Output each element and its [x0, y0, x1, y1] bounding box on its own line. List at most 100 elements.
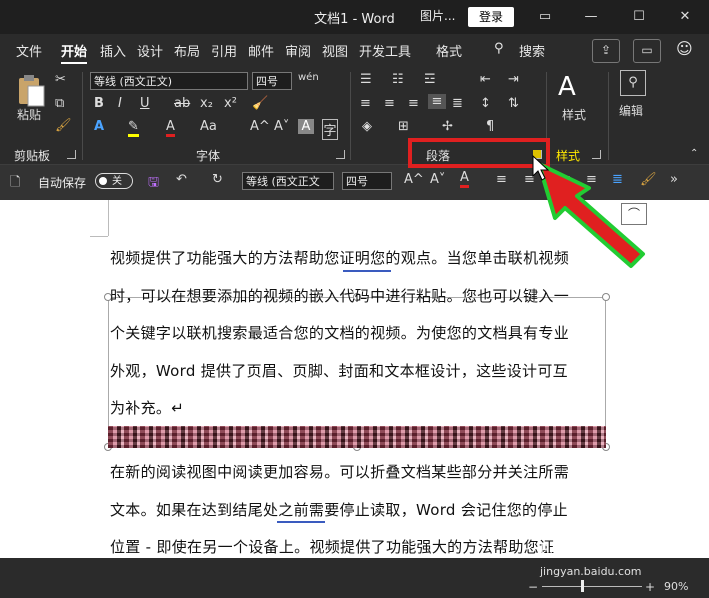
tab-review[interactable]: 审阅 [285, 41, 311, 60]
grow-font-button[interactable]: A^ [250, 119, 270, 134]
text-line: 为补充。↵ [110, 399, 185, 417]
grammar-underline [343, 270, 391, 272]
context-tab-picture[interactable]: 图片... [420, 7, 455, 24]
zoom-slider[interactable] [542, 586, 642, 587]
paste-icon[interactable] [16, 74, 46, 108]
qat-font-name-combo[interactable]: 等线 (西文正文 [242, 172, 334, 190]
underline-button[interactable]: U [140, 96, 150, 111]
align-left-icon[interactable]: ≡ [360, 96, 371, 111]
redo-icon[interactable]: ↻ [212, 172, 223, 187]
qat-more-icon[interactable]: » [670, 172, 678, 187]
bold-button[interactable]: B [94, 96, 104, 111]
search-icon[interactable]: ⚲ [494, 41, 504, 56]
paste-label[interactable]: 粘贴 [17, 106, 41, 123]
borders-icon[interactable]: ⊞ [398, 119, 409, 134]
text-effects-button[interactable]: A [94, 119, 104, 134]
multilevel-list-icon[interactable]: ☲ [424, 72, 436, 87]
clear-formatting-icon[interactable]: 🧹 [252, 96, 268, 111]
tab-mailings[interactable]: 邮件 [248, 41, 274, 60]
font-launcher-icon[interactable] [336, 150, 345, 159]
change-case-button[interactable]: Aa [200, 119, 217, 134]
smiley-icon[interactable]: ☺ [676, 39, 693, 58]
italic-button[interactable]: I [118, 96, 122, 111]
tab-references[interactable]: 引用 [211, 41, 237, 60]
comments-icon[interactable]: ▭ [633, 39, 661, 63]
tab-view[interactable]: 视图 [322, 41, 348, 60]
clipboard-group-label: 剪贴板 [14, 149, 51, 163]
undo-icon[interactable]: ↶ [176, 172, 187, 187]
show-marks-icon[interactable]: ¶ [486, 119, 494, 134]
tab-developer[interactable]: 开发工具 [359, 41, 411, 60]
distributed-icon[interactable]: ≣ [452, 96, 463, 111]
strikethrough-button[interactable]: ab [174, 96, 190, 111]
paragraph-2[interactable]: 在新的阅读视图中阅读更加容易。可以折叠文档某些部分并关注所需 文本。如果在达到结… [110, 454, 606, 567]
numbering-icon[interactable]: ☷ [392, 72, 404, 87]
increase-indent-icon[interactable]: ⇥ [508, 72, 519, 87]
maximize-icon[interactable]: ☐ [624, 6, 654, 28]
enclose-characters-icon[interactable]: 字 [322, 119, 338, 140]
text-line: 个关键字以联机搜索最适合您的文档的视频。为使您的文档具有专业 [110, 324, 570, 342]
qat-font-size-combo[interactable]: 四号 [342, 172, 392, 190]
minimize-icon[interactable]: — [576, 6, 606, 28]
zoom-in-button[interactable]: + [645, 580, 655, 594]
format-painter-icon[interactable]: 🖌 [55, 118, 72, 133]
superscript-button[interactable]: x² [224, 96, 237, 111]
qat-grow-font-icon[interactable]: A^ [404, 172, 424, 187]
styles-icon[interactable]: A [558, 72, 576, 102]
qat-font-color-icon[interactable]: A [460, 170, 469, 188]
cut-icon[interactable]: ✂ [55, 72, 66, 87]
margin-marker [90, 236, 108, 237]
decrease-indent-icon[interactable]: ⇤ [480, 72, 491, 87]
editing-label[interactable]: 编辑 [619, 102, 643, 119]
highlight-icon[interactable]: ✎ [128, 119, 139, 137]
save-icon[interactable]: 🖫 [148, 173, 159, 195]
bullets-icon[interactable]: ☰ [360, 72, 372, 87]
margin-marker [108, 200, 109, 236]
qat-shrink-font-icon[interactable]: A˅ [430, 172, 445, 187]
align-center-icon[interactable]: ≡ [384, 96, 395, 111]
phonetic-guide-icon[interactable]: wén [298, 72, 319, 83]
status-bar [0, 558, 709, 598]
zoom-slider-thumb[interactable] [581, 580, 584, 592]
autosave-toggle[interactable]: 关 [95, 173, 133, 189]
login-button[interactable]: 登录 [468, 7, 514, 27]
copy-icon[interactable]: ⧉ [55, 96, 64, 111]
text-line: 时，可以在想要添加的视频的嵌入代码中进行粘贴。您也可以键入一 [110, 286, 570, 305]
tab-home[interactable]: 开始 [61, 41, 88, 65]
tab-layout[interactable]: 布局 [174, 41, 200, 60]
tab-insert[interactable]: 插入 [100, 41, 126, 60]
styles-label[interactable]: 样式 [562, 106, 586, 123]
font-group-label: 字体 [196, 149, 221, 163]
tab-file[interactable]: 文件 [16, 41, 42, 60]
shrink-font-button[interactable]: A˅ [274, 119, 289, 134]
font-size-combo[interactable]: 四号 [252, 72, 292, 90]
shading-icon[interactable]: ◈ [362, 119, 372, 134]
ribbon-display-icon[interactable]: ▭ [530, 6, 560, 28]
watermark-logo: Baidu经验 [540, 543, 608, 559]
font-color-icon[interactable]: A [166, 119, 175, 137]
watermark-url: jingyan.baidu.com [540, 565, 642, 578]
sort-icon[interactable]: ⇅ [508, 96, 519, 111]
subscript-button[interactable]: x₂ [200, 96, 213, 111]
align-right-icon[interactable]: ≡ [408, 96, 419, 111]
share-icon[interactable]: ⇪ [592, 39, 620, 63]
document-icon[interactable]: 🗋 [10, 173, 20, 195]
find-icon[interactable]: ⚲ [620, 70, 646, 96]
justify-icon[interactable]: ≡ [428, 94, 446, 109]
asian-layout-icon[interactable]: ✢ [442, 119, 453, 134]
clipboard-launcher-icon[interactable] [67, 150, 76, 159]
line-spacing-icon[interactable]: ↕ [480, 96, 491, 111]
picture-flowers[interactable] [108, 426, 606, 448]
tab-search[interactable]: 搜索 [519, 41, 545, 60]
separator [350, 72, 351, 160]
collapse-ribbon-icon[interactable]: ⌃ [690, 148, 698, 159]
qat-align-left-icon[interactable]: ≡ [496, 172, 507, 187]
zoom-level[interactable]: 90% [664, 580, 688, 593]
tab-format[interactable]: 格式 [436, 41, 462, 60]
font-name-combo[interactable]: 等线 (西文正文) [90, 72, 248, 90]
separator [82, 72, 83, 160]
zoom-out-button[interactable]: − [528, 580, 538, 594]
tab-design[interactable]: 设计 [137, 41, 163, 60]
character-shading-button[interactable]: A [298, 119, 314, 134]
close-icon[interactable]: ✕ [670, 6, 700, 28]
